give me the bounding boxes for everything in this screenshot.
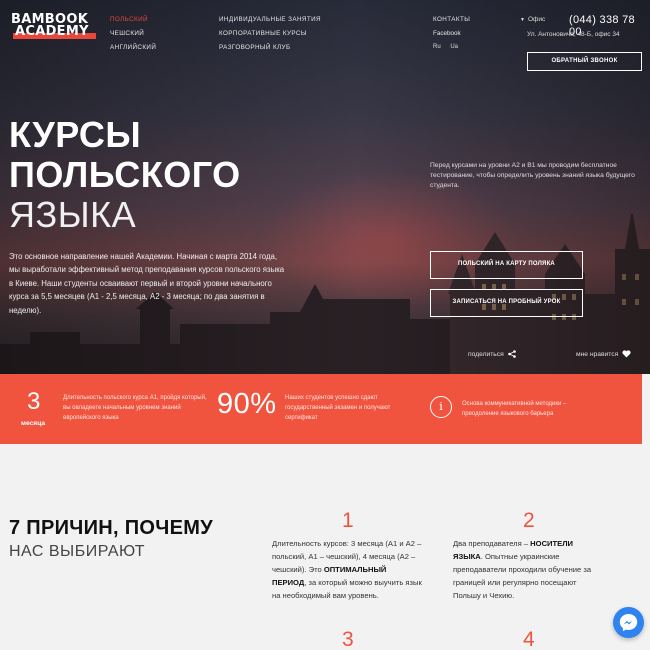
heart-icon [622,350,631,358]
messenger-button[interactable] [613,607,644,638]
reason-number-4: 4 [523,628,535,650]
nav-item-club[interactable]: РАЗГОВОРНЫЙ КЛУБ [219,44,321,58]
nav-item-english[interactable]: АНГЛИЙСКИЙ [110,44,156,58]
logo[interactable]: BAMBOOK ACADEMY [11,13,96,42]
share-icon [507,350,516,358]
stats-bar: 3 месяца Длительность польского курса А1… [0,374,642,444]
nav-languages: ПОЛЬСКИЙ ЧЕШСКИЙ АНГЛИЙСКИЙ [110,16,156,58]
nav-item-corporate[interactable]: КОРПОРАТИВНЫЕ КУРСЫ [219,30,321,44]
duration-text: Длительность польского курса А1, пройдя … [63,395,207,421]
nav-item-individual[interactable]: ИНДИВИДУАЛЬНЫЕ ЗАНЯТИЯ [219,16,321,30]
test-note: Перед курсами на уровни А2 и В1 мы прово… [430,162,635,189]
reason-number-2: 2 [523,509,535,532]
nav-item-facebook[interactable]: Facebook [433,30,470,44]
nav-courses: ИНДИВИДУАЛЬНЫЕ ЗАНЯТИЯ КОРПОРАТИВНЫЕ КУР… [219,16,321,58]
title-line-2: ПОЛЬСКОГО [9,154,241,195]
reasons-title-bold: 7 ПРИЧИН, ПОЧЕМУ [9,517,213,539]
chevron-down-icon: ▼ [520,17,525,23]
share-button[interactable]: поделиться [468,350,516,358]
info-icon: i [430,396,452,418]
logo-text-2: ACADEMY [15,24,89,39]
percent-text: Наших студентов успешно сдают государств… [285,395,391,421]
office-address: Ул. Антоновича, 48-Б, офис 34 [527,31,620,38]
lang-ru[interactable]: Ru [433,44,441,50]
trial-lesson-button[interactable]: ЗАПИСАТЬСЯ НА ПРОБНЫЙ УРОК [430,289,583,317]
reason-text-2: Два преподавателя – НОСИТЕЛИ ЯЗЫКА. Опыт… [453,537,603,602]
reason-2-text-a: Два преподавателя – [453,539,531,548]
like-button[interactable]: мне нравится [576,350,631,358]
callback-button[interactable]: ОБРАТНЫЙ ЗВОНОК [527,52,642,71]
like-label: мне нравится [576,350,619,358]
nav-item-polish[interactable]: ПОЛЬСКИЙ [110,16,156,30]
title-line-3: ЯЗЫКА [9,194,137,235]
office-select-label: Офис [527,16,546,23]
method-text: Основа коммуникативной методики – преодо… [462,401,567,417]
duration-unit: месяца [21,420,46,427]
office-select[interactable]: ▼ Офис [520,16,545,23]
messenger-icon [619,614,638,632]
percent-value: 90% [217,388,277,420]
reason-number-1: 1 [342,509,354,532]
nav-item-czech[interactable]: ЧЕШСКИЙ [110,30,156,44]
reason-number-3: 3 [342,628,354,650]
nav-item-contacts[interactable]: КОНТАКТЫ [433,16,470,30]
language-switcher: Ru Ua [433,44,466,50]
page-title: КУРСЫ ПОЛЬСКОГО ЯЗЫКА [9,115,241,235]
reason-text-1: Длительность курсов: 3 месяца (А1 и А2 –… [272,537,422,602]
polish-card-button[interactable]: ПОЛЬСКИЙ НА КАРТУ ПОЛЯКА [430,251,583,279]
hero-description: Это основное направление нашей Академии.… [9,252,285,315]
nav-contacts: КОНТАКТЫ Facebook [433,16,470,44]
title-line-1: КУРСЫ [9,114,142,155]
reasons-title-sub: НАС ВЫБИРАЮТ [9,543,146,560]
lang-ua[interactable]: Ua [450,44,458,50]
reasons-title: 7 ПРИЧИН, ПОЧЕМУ НАС ВЫБИРАЮТ [9,516,213,564]
share-label: поделиться [468,350,504,358]
duration-value: 3 [27,388,41,415]
